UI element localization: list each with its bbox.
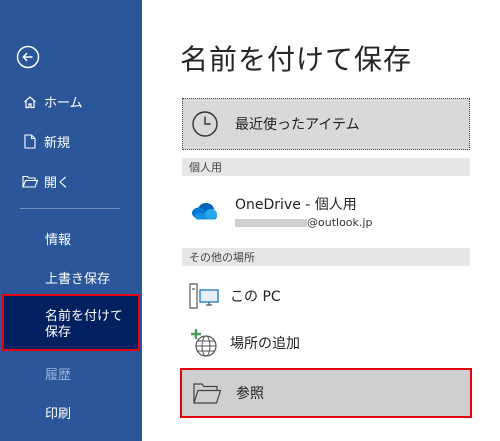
onedrive-account: @outlook.jp xyxy=(235,216,372,229)
personal-section-header: 個人用 xyxy=(182,158,470,176)
back-arrow-icon[interactable] xyxy=(16,45,40,69)
clock-icon xyxy=(192,111,218,137)
nav-new-label: 新規 xyxy=(44,136,71,151)
nav-divider xyxy=(20,208,120,209)
this-pc-label: この PC xyxy=(230,289,281,305)
onedrive-cloud-icon xyxy=(192,203,217,220)
nav-info[interactable]: 情報 xyxy=(45,229,71,248)
page-title: 名前を付けて保存 xyxy=(180,43,413,76)
nav-open[interactable]: 開く xyxy=(0,172,142,191)
add-place-location[interactable]: 場所の追加 xyxy=(182,322,470,364)
onedrive-title: OneDrive - 個人用 xyxy=(235,196,357,213)
nav-save-as-label: 名前を付けて保存 xyxy=(45,309,124,340)
browse-label: 参照 xyxy=(236,386,264,402)
save-as-panel: 名前を付けて保存 最近使ったアイテム 個人用 OneDrive - 個人用 @o… xyxy=(142,0,500,441)
onedrive-email: @outlook.jp xyxy=(307,215,373,229)
add-place-label: 場所の追加 xyxy=(230,336,300,352)
nav-history[interactable]: 履歴 xyxy=(45,364,71,383)
add-place-globe-icon xyxy=(191,329,217,357)
recent-items-button[interactable]: 最近使ったアイテム xyxy=(182,98,470,150)
computer-icon xyxy=(189,283,219,309)
browse-button[interactable]: 参照 xyxy=(180,368,472,418)
nav-overwrite-save[interactable]: 上書き保存 xyxy=(45,268,110,287)
onedrive-location[interactable]: OneDrive - 個人用 @outlook.jp xyxy=(182,186,470,236)
nav-new[interactable]: 新規 xyxy=(0,132,142,151)
this-pc-location[interactable]: この PC xyxy=(182,275,470,317)
email-redaction xyxy=(235,218,307,227)
nav-home-label: ホーム xyxy=(44,96,83,111)
nav-print[interactable]: 印刷 xyxy=(45,403,71,422)
nav-save-as[interactable]: 名前を付けて保存 xyxy=(2,294,140,351)
home-icon xyxy=(22,94,38,110)
new-document-icon xyxy=(22,134,38,150)
backstage-sidebar: ホーム 新規 開く 情報 上書き保存 名前を付けて保存 履歴 印刷 xyxy=(0,0,142,441)
open-folder-icon xyxy=(22,174,38,190)
recent-items-label: 最近使ったアイテム xyxy=(235,117,360,133)
nav-home[interactable]: ホーム xyxy=(0,92,142,111)
nav-open-label: 開く xyxy=(44,176,71,191)
browse-folder-icon xyxy=(193,383,222,404)
other-section-header: その他の場所 xyxy=(182,248,470,266)
